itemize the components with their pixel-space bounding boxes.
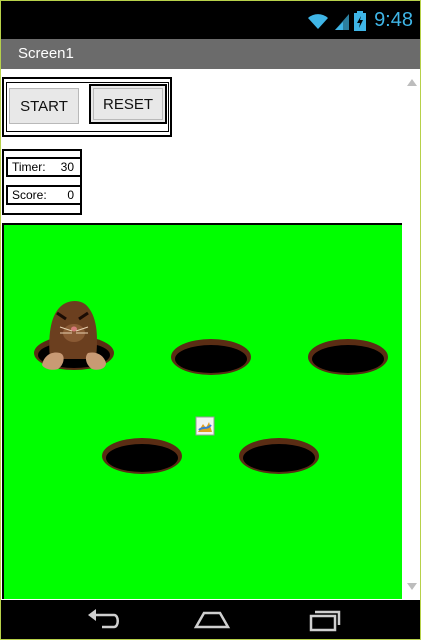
- mole-icon[interactable]: [30, 297, 120, 379]
- score-value: 0: [67, 188, 74, 202]
- screen-content: START RESET Timer: 30 Score: 0: [0, 69, 421, 600]
- back-icon[interactable]: [84, 607, 122, 633]
- button-arrangement: START RESET: [2, 77, 172, 137]
- scroll-down-icon[interactable]: [407, 583, 417, 590]
- recents-icon[interactable]: [305, 607, 343, 633]
- home-icon[interactable]: [192, 607, 232, 633]
- wifi-icon: [308, 13, 329, 29]
- scroll-up-icon[interactable]: [407, 79, 417, 86]
- signal-icon: [335, 13, 350, 30]
- reset-button-face[interactable]: RESET: [93, 88, 163, 120]
- navigation-bar: [0, 600, 421, 640]
- mole-hole-5[interactable]: [238, 436, 320, 476]
- timer-value: 30: [60, 160, 74, 174]
- start-button[interactable]: START: [9, 88, 79, 124]
- stats-arrangement: Timer: 30 Score: 0: [2, 149, 82, 215]
- battery-icon: [354, 10, 367, 31]
- game-canvas[interactable]: [2, 223, 402, 599]
- score-row: Score: 0: [6, 185, 82, 205]
- broken-image-icon: [195, 416, 215, 436]
- status-bar: 9:48: [0, 0, 421, 39]
- screen-title: Screen1: [18, 45, 74, 62]
- timer-row: Timer: 30: [6, 157, 82, 177]
- timer-label: Timer:: [12, 160, 46, 174]
- status-icons: 9:48: [306, 9, 413, 32]
- button-row: START RESET: [6, 82, 169, 132]
- mole-hole-2[interactable]: [170, 337, 252, 377]
- status-clock: 9:48: [374, 9, 413, 31]
- reset-button[interactable]: RESET: [89, 84, 167, 124]
- score-label: Score:: [12, 188, 47, 202]
- mole-hole-4[interactable]: [101, 436, 183, 476]
- mole-hole-3[interactable]: [307, 337, 389, 377]
- title-bar: Screen1: [0, 39, 421, 69]
- vertical-scrollbar[interactable]: [405, 69, 419, 600]
